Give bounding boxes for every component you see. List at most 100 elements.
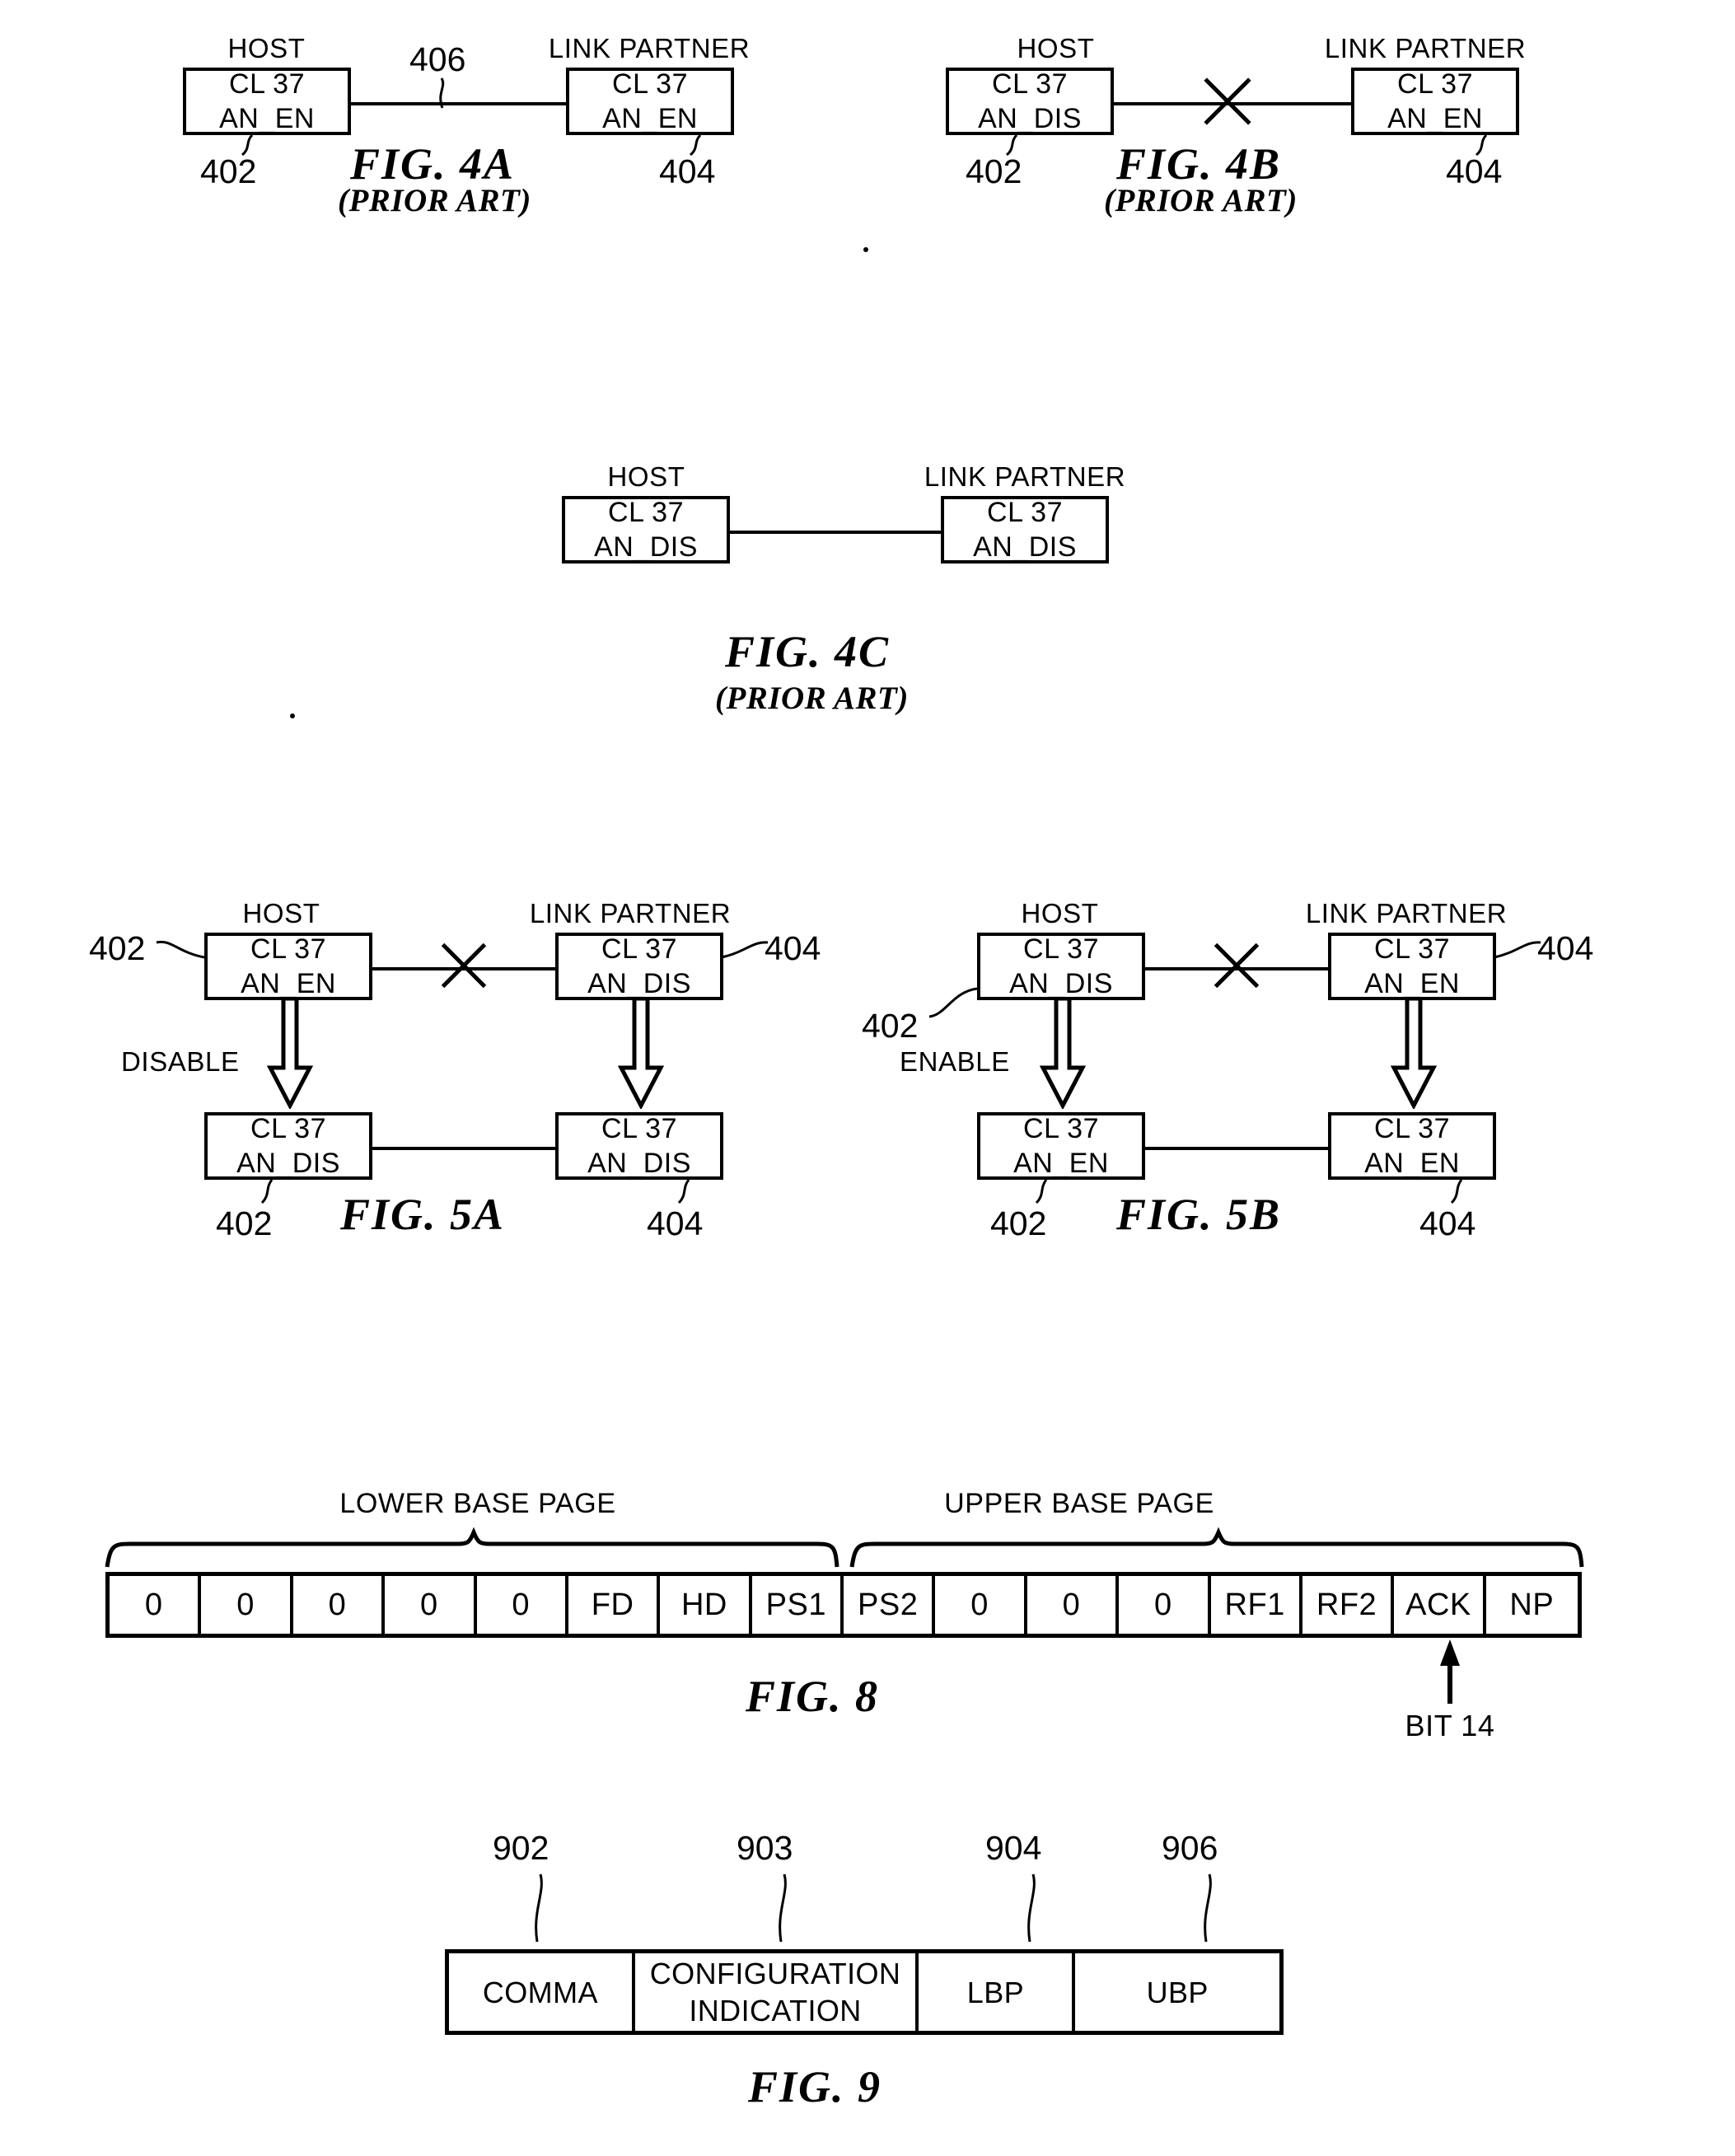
fig4a-subcaption: (PRIOR ART) <box>338 183 531 218</box>
fig5b-top-link-broken-x-icon <box>1207 936 1266 995</box>
fig5a-transition-label: DISABLE <box>121 1046 240 1077</box>
fig5a-caption: FIG. 5A <box>340 1190 506 1239</box>
fig5a-top-partner-ref: 404 <box>765 929 821 967</box>
fig4a-link-ref: 406 <box>409 40 466 78</box>
fig8-caption: FIG. 8 <box>746 1672 880 1721</box>
fig8-cell-6: HD <box>660 1576 752 1634</box>
fig9-caption: FIG. 9 <box>748 2062 882 2112</box>
fig8-cell-0: 0 <box>110 1576 202 1634</box>
fig4c-partner-line2: AN_DIS <box>973 531 1077 563</box>
fig8-cell-3: 0 <box>385 1576 477 1634</box>
fig4b-partner-line2: AN_EN <box>1387 103 1483 134</box>
fig4b-subcaption: (PRIOR ART) <box>1104 183 1298 218</box>
fig5b-top-host-line2: AN_DIS <box>1009 968 1113 999</box>
fig9-leader-906 <box>1196 1873 1229 1943</box>
fig8-cell-12: RF1 <box>1210 1576 1302 1634</box>
fig4b-partner-label: LINK PARTNER <box>1324 33 1527 63</box>
fig9-frame-table: COMMA CONFIGURATION INDICATION LBP UBP <box>445 1949 1284 2035</box>
fig4c-link-line <box>728 531 942 534</box>
fig9-cell-config-line2: INDICATION <box>689 1994 862 2027</box>
fig5a-partner-label: LINK PARTNER <box>529 898 732 928</box>
fig5a-bottom-partner-leader <box>657 1179 695 1208</box>
fig4a-link-leader <box>428 77 461 109</box>
fig5a-top-host-ref: 402 <box>89 929 146 967</box>
fig9-leader-902 <box>527 1873 560 1943</box>
fig5a-bottom-host-ref: 402 <box>216 1204 273 1242</box>
fig4b-link-broken-x-icon <box>1196 70 1259 133</box>
fig4b-host-node: CL 37 AN_DIS <box>946 68 1114 135</box>
fig5b-partner-transition-arrow-icon <box>1389 998 1438 1109</box>
fig4b-host-line1: CL 37 <box>992 68 1068 100</box>
fig5a-bottom-partner-node: CL 37 AN_DIS <box>555 1112 723 1180</box>
fig9-cell-ubp: UBP <box>1075 1953 1279 2031</box>
fig5b-top-partner-ref: 404 <box>1537 929 1594 967</box>
fig5a-bottom-partner-line1: CL 37 <box>601 1112 677 1144</box>
fig4a-partner-label: LINK PARTNER <box>548 33 751 63</box>
fig5b-top-host-node: CL 37 AN_DIS <box>977 933 1145 1000</box>
fig8-cell-13: RF2 <box>1302 1576 1395 1634</box>
fig9-cell-comma-text: COMMA <box>482 1975 598 2009</box>
fig8-bit14-arrow-icon <box>1435 1639 1465 1704</box>
fig8-cell-5: FD <box>568 1576 661 1634</box>
fig8-cell-2: 0 <box>292 1576 386 1634</box>
fig4c-host-line1: CL 37 <box>608 496 684 528</box>
fig9-ref-903: 903 <box>737 1829 793 1867</box>
fig4c-subcaption: (PRIOR ART) <box>715 680 909 716</box>
fig5b-bottom-host-ref: 402 <box>990 1204 1047 1242</box>
fig8-lower-brace-label: LOWER BASE PAGE <box>339 1488 616 1519</box>
fig5b-top-partner-leader <box>1494 939 1542 967</box>
fig5b-top-partner-line1: CL 37 <box>1374 933 1450 965</box>
fig5a-top-host-node: CL 37 AN_EN <box>204 933 372 1000</box>
fig9-leader-903 <box>771 1873 804 1943</box>
fig9-cell-ubp-text: UBP <box>1146 1975 1209 2009</box>
fig4a-partner-line1: CL 37 <box>612 68 688 100</box>
fig5a-bottom-host-line1: CL 37 <box>250 1112 326 1144</box>
fig9-ref-902: 902 <box>493 1829 549 1867</box>
fig4a-host-line2: AN_EN <box>219 103 315 134</box>
fig4b-partner-line1: CL 37 <box>1397 68 1473 100</box>
fig8-bit14-label: BIT 14 <box>1405 1709 1495 1742</box>
fig4a-partner-leader <box>669 133 707 160</box>
fig5a-partner-transition-arrow-icon <box>616 998 666 1109</box>
fig5b-transition-label: ENABLE <box>900 1046 1010 1077</box>
fig5b-top-partner-node: CL 37 AN_EN <box>1328 933 1496 1000</box>
fig8-bit-table: 0 0 0 0 0 FD HD PS1 PS2 0 0 0 RF1 RF2 AC… <box>105 1572 1582 1638</box>
fig8-upper-brace <box>849 1527 1584 1569</box>
fig4c-host-line2: AN_DIS <box>594 531 698 563</box>
fig5a-host-transition-arrow-icon <box>265 998 315 1109</box>
fig8-cell-11: 0 <box>1119 1576 1211 1634</box>
fig4c-partner-label: LINK PARTNER <box>924 461 1126 492</box>
fig5b-top-host-leader <box>928 987 980 1023</box>
fig5b-top-host-ref: 402 <box>862 1007 919 1045</box>
fig5b-top-partner-line2: AN_EN <box>1364 968 1460 999</box>
fig5b-bottom-host-node: CL 37 AN_EN <box>977 1112 1145 1180</box>
fig4b-partner-leader <box>1455 133 1493 160</box>
fig5a-host-label: HOST <box>242 898 320 928</box>
fig5b-bottom-host-line2: AN_EN <box>1013 1148 1109 1179</box>
fig9-ref-904: 904 <box>985 1829 1042 1867</box>
fig5a-top-host-leader <box>156 939 208 967</box>
fig5b-bottom-host-line1: CL 37 <box>1023 1112 1099 1144</box>
fig9-cell-lbp: LBP <box>919 1953 1076 2031</box>
fig5a-bottom-partner-line2: AN_DIS <box>587 1148 691 1179</box>
fig5a-bottom-partner-ref: 404 <box>647 1204 704 1242</box>
fig5b-bottom-host-leader <box>1015 1179 1053 1208</box>
fig5b-bottom-partner-line2: AN_EN <box>1364 1148 1460 1179</box>
fig5a-top-partner-node: CL 37 AN_DIS <box>555 933 723 1000</box>
fig4a-partner-node: CL 37 AN_EN <box>566 68 734 135</box>
fig5b-bottom-partner-leader <box>1430 1179 1468 1208</box>
fig8-cell-15: NP <box>1485 1576 1578 1634</box>
fig8-cell-9: 0 <box>935 1576 1027 1634</box>
fig4c-host-node: CL 37 AN_DIS <box>562 496 730 564</box>
fig8-cell-4: 0 <box>476 1576 568 1634</box>
fig5b-partner-label: LINK PARTNER <box>1305 898 1508 928</box>
fig8-cell-10: 0 <box>1027 1576 1120 1634</box>
fig8-lower-brace <box>105 1527 839 1569</box>
fig5a-top-host-line2: AN_EN <box>241 968 336 999</box>
fig9-cell-config-line1: CONFIGURATION <box>649 1957 901 1990</box>
fig5b-bottom-partner-node: CL 37 AN_EN <box>1328 1112 1496 1180</box>
fig5b-caption: FIG. 5B <box>1116 1190 1282 1239</box>
fig5a-top-host-line1: CL 37 <box>250 933 326 965</box>
fig9-cell-configuration-indication: CONFIGURATION INDICATION <box>634 1953 919 2031</box>
fig4c-partner-node: CL 37 AN_DIS <box>941 496 1109 564</box>
